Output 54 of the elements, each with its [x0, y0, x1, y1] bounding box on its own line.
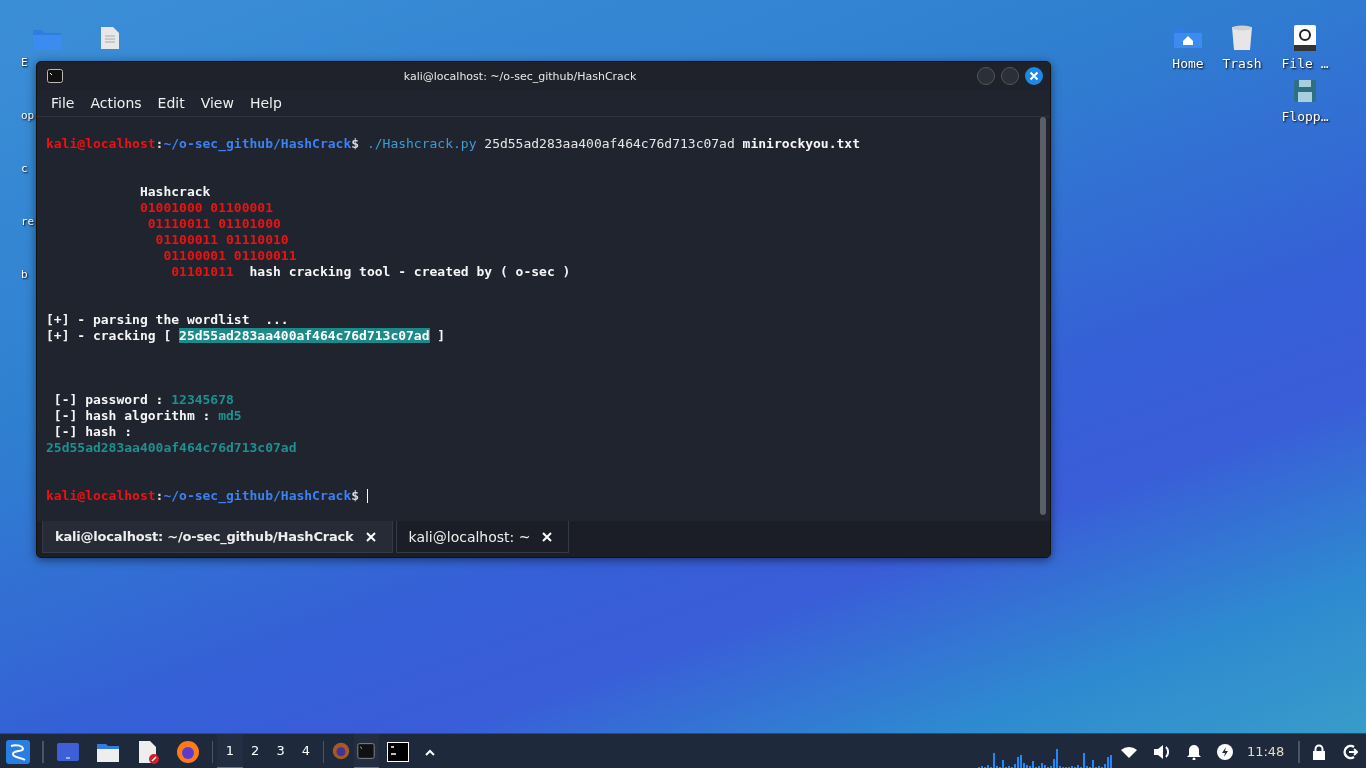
browser-icon[interactable]: [175, 739, 200, 764]
terminal-line: 01100001 01100011: [162, 248, 297, 264]
lock-icon[interactable]: [1311, 743, 1326, 760]
terminal-tab[interactable]: kali@localhost: ~: [395, 521, 570, 553]
bell-icon[interactable]: [1186, 743, 1201, 760]
terminal-line: 01101011 hash cracking tool - created by ( o-sec ): [170, 264, 571, 280]
terminal-tab[interactable]: kali@localhost: ~/o-sec_github/HashCrack: [42, 521, 393, 553]
terminal-line: [-] hash algorithm : md5: [52, 408, 242, 424]
wifi-icon[interactable]: [1120, 745, 1137, 758]
menu-item[interactable]: Help: [241, 95, 290, 111]
close-icon[interactable]: [542, 531, 553, 542]
terminal-line: [-] hash :: [52, 424, 133, 440]
desktop-icon-label[interactable]: b: [21, 268, 28, 281]
close-icon[interactable]: [1025, 67, 1043, 85]
desktop-icon-label[interactable]: E: [21, 56, 28, 69]
workspace-button[interactable]: 2: [242, 734, 268, 768]
terminal-line: Hashcrack: [138, 184, 211, 200]
workspace-button[interactable]: 1: [217, 734, 243, 768]
dragon-icon[interactable]: [6, 739, 30, 764]
terminal-line: [-] password : 12345678: [52, 392, 234, 408]
desktop-icon-label[interactable]: op: [21, 109, 35, 122]
terminal-line: kali@localhost:~/o-sec_github/HashCrack$: [46, 488, 361, 504]
terminal-line: kali@localhost:~/o-sec_github/HashCrack$ ./Hashcrack.py 25d55ad283aa400af464c76d713c07ad minirockyou.txt: [46, 136, 860, 152]
terminal-line: [+] - cracking [ 25d55ad283aa400af464c76d713c07ad ]: [46, 328, 446, 344]
volume-icon[interactable]: [1152, 743, 1171, 760]
clock[interactable]: 11:48: [1246, 744, 1285, 759]
menu-item[interactable]: View: [192, 95, 242, 111]
desktop-icon-label[interactable]: Trash: [1222, 56, 1262, 71]
desktop-icon-label[interactable]: c: [21, 162, 28, 175]
browser-icon: [331, 741, 350, 760]
desktop-icon-label[interactable]: Flopp…: [1281, 109, 1329, 124]
desktop-icon-label[interactable]: re: [21, 215, 35, 228]
terminal-icon[interactable]: [386, 741, 409, 762]
power-icon[interactable]: [1216, 743, 1233, 760]
workspace-button[interactable]: 4: [293, 734, 319, 768]
terminal-line: 01110011 01101000: [146, 216, 281, 232]
workspace-button[interactable]: 3: [267, 734, 294, 768]
menu-item[interactable]: Actions: [82, 95, 150, 111]
scrollbar[interactable]: [1040, 117, 1046, 515]
terminal-icon: [357, 741, 376, 760]
menu-item[interactable]: File: [43, 95, 83, 111]
window-title: kali@localhost: ~/o-sec_github/HashCrack: [402, 69, 638, 83]
terminal-line: 25d55ad283aa400af464c76d713c07ad: [46, 440, 297, 456]
chevron-up-icon[interactable]: [424, 747, 435, 756]
desktop-icon-label[interactable]: File …: [1281, 56, 1329, 71]
close-icon[interactable]: [365, 531, 376, 542]
terminal-icon: [47, 69, 63, 83]
terminal-line: 01100011 01110010: [154, 232, 289, 248]
desktop-icon-label[interactable]: Home: [1172, 56, 1204, 71]
terminal-line: 01001000 01100001: [138, 200, 273, 216]
taskbar-task[interactable]: [353, 734, 379, 768]
terminal-line: [+] - parsing the wordlist ...: [46, 312, 289, 328]
logout-icon[interactable]: [1341, 743, 1358, 760]
menu-item[interactable]: Edit: [149, 95, 193, 111]
